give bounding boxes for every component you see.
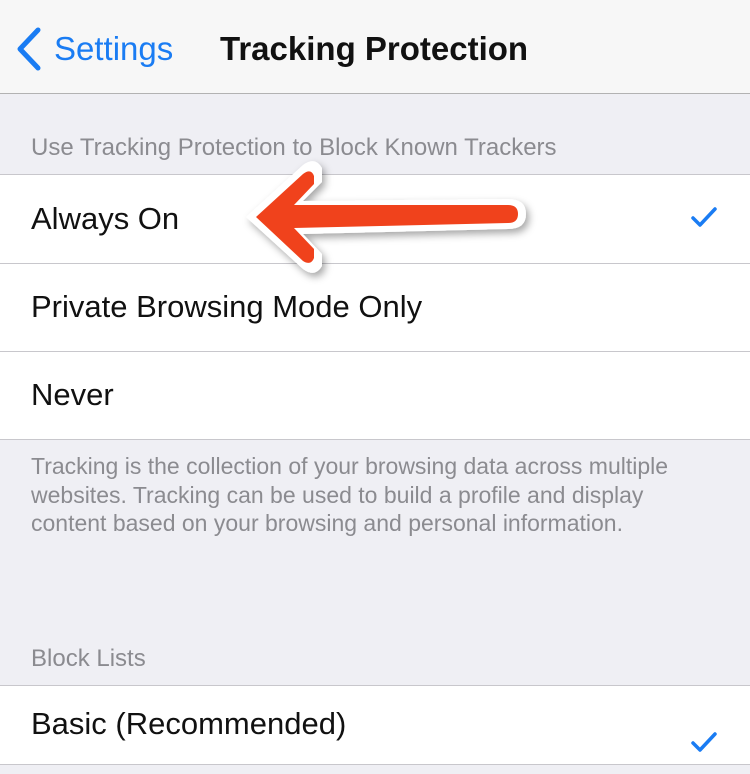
tracking-options-group: Always On Private Browsing Mode Only Nev… — [0, 174, 750, 440]
checkmark-icon — [690, 730, 718, 754]
option-never[interactable]: Never — [0, 351, 750, 439]
option-always-on[interactable]: Always On — [0, 175, 750, 263]
tracking-section-header: Use Tracking Protection to Block Known T… — [31, 134, 557, 161]
back-button[interactable]: Settings — [14, 24, 173, 74]
option-private-browsing-only[interactable]: Private Browsing Mode Only — [0, 263, 750, 351]
page-title: Tracking Protection — [220, 30, 529, 67]
option-label: Basic (Recommended) — [31, 706, 347, 741]
block-lists-group: Basic (Recommended) — [0, 685, 750, 765]
option-label: Never — [31, 377, 114, 412]
tracking-section-footer: Tracking is the collection of your brows… — [31, 453, 669, 536]
checkmark-icon — [690, 205, 718, 229]
chevron-left-icon — [14, 26, 44, 72]
option-label: Always On — [31, 201, 180, 236]
navigation-bar: Settings Tracking Protection — [0, 0, 750, 94]
option-basic-recommended[interactable]: Basic (Recommended) — [0, 686, 750, 774]
option-label: Private Browsing Mode Only — [31, 289, 423, 324]
back-button-label: Settings — [54, 30, 174, 67]
block-lists-section-header: Block Lists — [31, 645, 146, 672]
